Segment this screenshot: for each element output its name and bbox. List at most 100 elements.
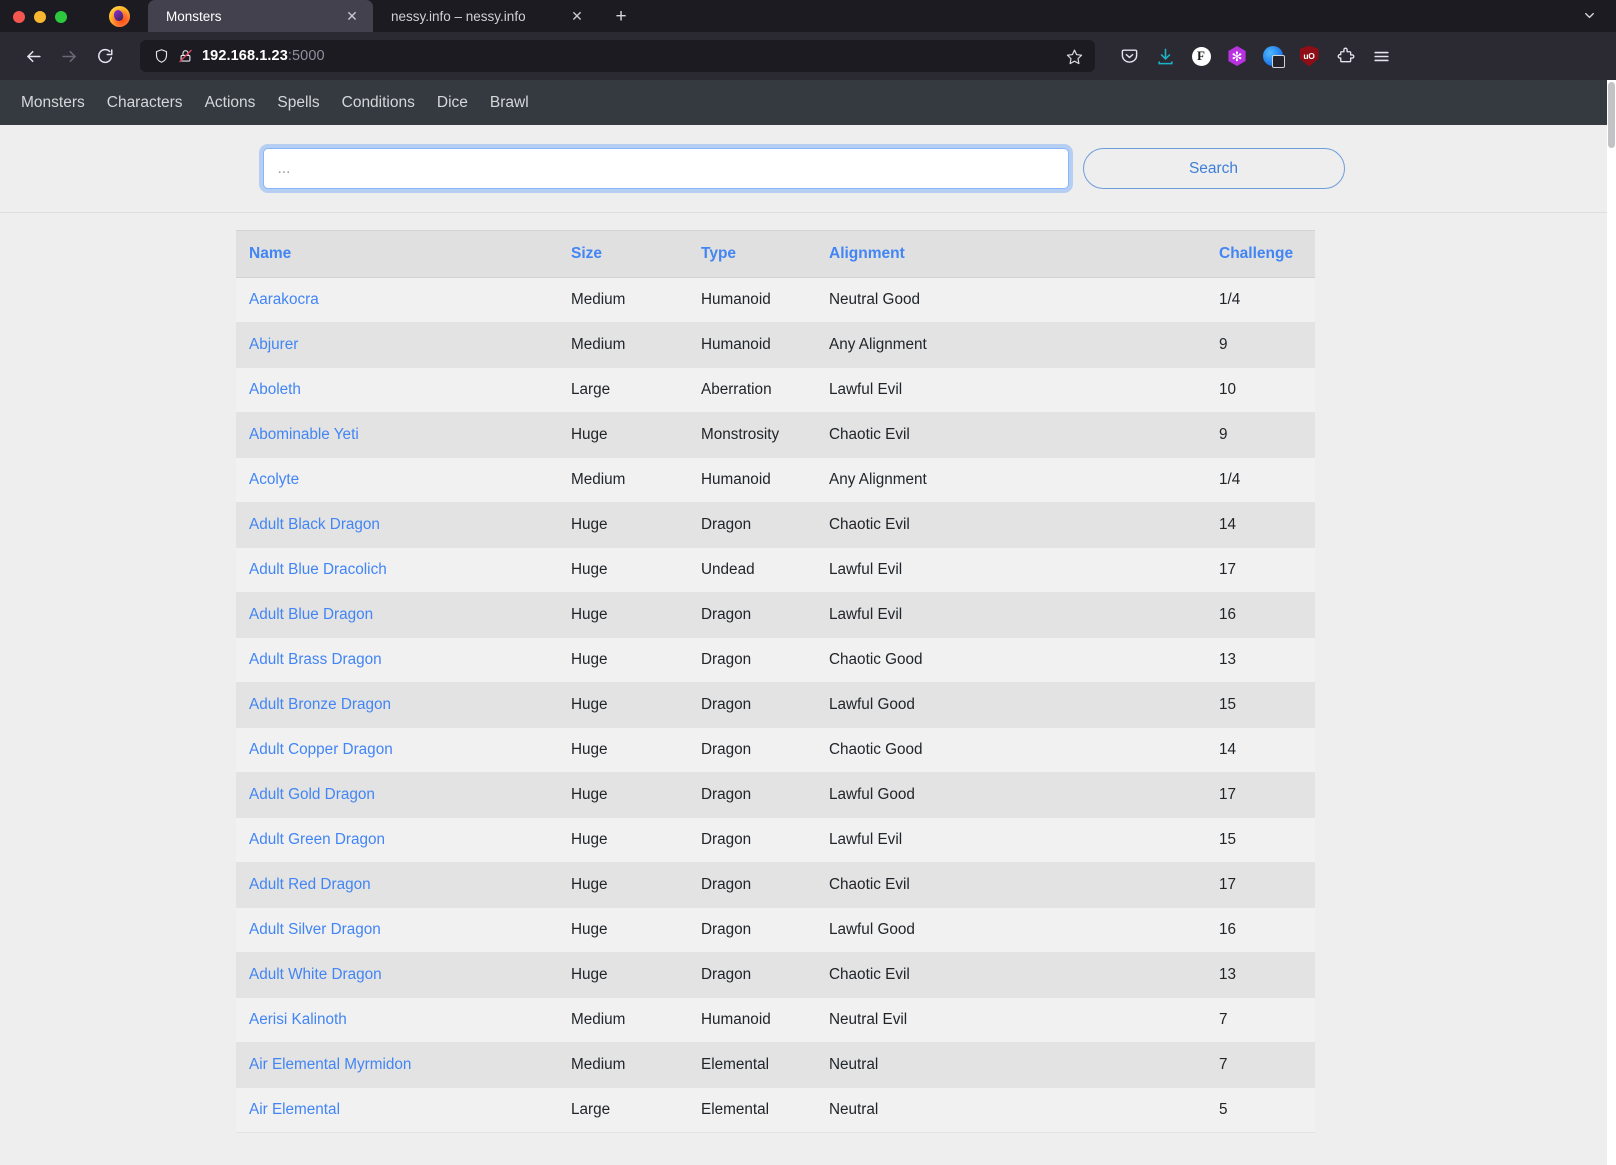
cell-alignment: Chaotic Evil bbox=[816, 862, 1206, 908]
monster-link[interactable]: Adult Black Dragon bbox=[249, 516, 380, 533]
nav-item-conditions[interactable]: Conditions bbox=[331, 80, 426, 125]
chevron-down-icon[interactable] bbox=[1572, 2, 1606, 28]
extension-f-icon[interactable]: F bbox=[1187, 42, 1215, 70]
nav-item-brawl[interactable]: Brawl bbox=[479, 80, 540, 125]
monster-link[interactable]: Adult Red Dragon bbox=[249, 876, 371, 893]
tracking-protection-shield-icon[interactable] bbox=[154, 48, 169, 64]
downloads-icon[interactable] bbox=[1151, 42, 1179, 70]
cell-type: Monstrosity bbox=[688, 412, 816, 458]
monster-link[interactable]: Air Elemental Myrmidon bbox=[249, 1056, 411, 1073]
monster-link[interactable]: Abjurer bbox=[249, 336, 298, 353]
monster-link[interactable]: Aboleth bbox=[249, 381, 301, 398]
monster-link[interactable]: Adult Blue Dracolich bbox=[249, 561, 387, 578]
cell-challenge: 5 bbox=[1206, 1087, 1315, 1133]
cell-alignment: Lawful Good bbox=[816, 772, 1206, 818]
monster-link[interactable]: Adult Green Dragon bbox=[249, 831, 385, 848]
cell-size: Medium bbox=[558, 997, 688, 1043]
insecure-padlock-icon[interactable] bbox=[178, 48, 193, 64]
cell-size: Huge bbox=[558, 682, 688, 728]
minimize-window-button[interactable] bbox=[34, 11, 46, 23]
forward-arrow-icon[interactable] bbox=[52, 39, 86, 73]
table-row: Air Elemental Myrmidon Medium Elemental Neu… bbox=[236, 1042, 1315, 1088]
search-input-wrapper[interactable] bbox=[262, 148, 1069, 189]
table-row: Adult Copper Dragon Huge Dragon Chaotic Goo… bbox=[236, 727, 1315, 773]
extension-f-label: F bbox=[1191, 46, 1211, 66]
nav-item-spells[interactable]: Spells bbox=[266, 80, 330, 125]
cell-name: Air Elemental Myrmidon bbox=[236, 1042, 558, 1088]
cell-challenge: 17 bbox=[1206, 547, 1315, 593]
back-arrow-icon[interactable] bbox=[16, 39, 50, 73]
monster-link[interactable]: Abominable Yeti bbox=[249, 426, 359, 443]
ublock-origin-icon[interactable]: uO bbox=[1295, 42, 1323, 70]
tab-list: Monsters ✕ nessy.info – nessy.info ✕ + bbox=[148, 0, 636, 32]
monster-link[interactable]: Adult Copper Dragon bbox=[249, 741, 393, 758]
tab-monsters[interactable]: Monsters ✕ bbox=[148, 0, 373, 32]
monster-link[interactable]: Adult Brass Dragon bbox=[249, 651, 382, 668]
cell-type: Dragon bbox=[688, 952, 816, 998]
cell-type: Humanoid bbox=[688, 997, 816, 1043]
cell-size: Large bbox=[558, 367, 688, 413]
pocket-icon[interactable] bbox=[1115, 42, 1143, 70]
cell-name: Adult Black Dragon bbox=[236, 502, 558, 548]
close-icon[interactable]: ✕ bbox=[343, 7, 361, 25]
cell-size: Large bbox=[558, 1087, 688, 1133]
url-text: 192.168.1.23:5000 bbox=[202, 48, 1054, 64]
cell-name: Adult Blue Dragon bbox=[236, 592, 558, 638]
column-header-type[interactable]: Type bbox=[688, 230, 816, 278]
monster-link[interactable]: Acolyte bbox=[249, 471, 299, 488]
monster-link[interactable]: Adult Blue Dragon bbox=[249, 606, 373, 623]
search-button[interactable]: Search bbox=[1082, 148, 1345, 189]
nav-item-characters[interactable]: Characters bbox=[96, 80, 194, 125]
monster-link[interactable]: Adult Bronze Dragon bbox=[249, 696, 391, 713]
extension-hexagon-icon[interactable]: ✻ bbox=[1223, 42, 1251, 70]
column-header-alignment[interactable]: Alignment bbox=[816, 230, 1206, 278]
monster-link[interactable]: Adult Gold Dragon bbox=[249, 786, 375, 803]
extension-privacy-icon[interactable] bbox=[1259, 42, 1287, 70]
nav-item-monsters[interactable]: Monsters bbox=[17, 80, 96, 125]
cell-alignment: Any Alignment bbox=[816, 322, 1206, 368]
cell-name: Aerisi Kalinoth bbox=[236, 997, 558, 1043]
browser-window: Monsters ✕ nessy.info – nessy.info ✕ + 1… bbox=[0, 0, 1616, 1165]
cell-size: Medium bbox=[558, 457, 688, 503]
extensions-puzzle-icon[interactable] bbox=[1331, 42, 1359, 70]
search-input[interactable] bbox=[277, 159, 1054, 178]
column-header-challenge[interactable]: Challenge bbox=[1206, 230, 1315, 278]
site-navbar: Monsters Characters Actions Spells Condi… bbox=[0, 80, 1607, 125]
new-tab-button[interactable]: + bbox=[606, 3, 636, 29]
cell-type: Undead bbox=[688, 547, 816, 593]
cell-name: Adult Copper Dragon bbox=[236, 727, 558, 773]
maximize-window-button[interactable] bbox=[55, 11, 67, 23]
reload-icon[interactable] bbox=[88, 39, 122, 73]
nav-item-actions[interactable]: Actions bbox=[194, 80, 267, 125]
cell-size: Medium bbox=[558, 277, 688, 323]
cell-alignment: Neutral Good bbox=[816, 277, 1206, 323]
monster-link[interactable]: Adult Silver Dragon bbox=[249, 921, 381, 938]
scrollbar-thumb[interactable] bbox=[1608, 82, 1615, 148]
column-header-name[interactable]: Name bbox=[236, 230, 558, 278]
monster-link[interactable]: Aarakocra bbox=[249, 291, 319, 308]
app-menu-icon[interactable] bbox=[1367, 42, 1395, 70]
nav-item-dice[interactable]: Dice bbox=[426, 80, 479, 125]
page-scrollbar[interactable] bbox=[1607, 80, 1616, 1165]
close-window-button[interactable] bbox=[13, 11, 25, 23]
cell-type: Dragon bbox=[688, 637, 816, 683]
monster-link[interactable]: Adult White Dragon bbox=[249, 966, 382, 983]
cell-alignment: Lawful Evil bbox=[816, 817, 1206, 863]
cell-challenge: 15 bbox=[1206, 817, 1315, 863]
cell-challenge: 14 bbox=[1206, 502, 1315, 548]
column-header-size[interactable]: Size bbox=[558, 230, 688, 278]
cell-type: Humanoid bbox=[688, 322, 816, 368]
cell-type: Dragon bbox=[688, 682, 816, 728]
star-icon[interactable] bbox=[1063, 45, 1085, 67]
close-icon[interactable]: ✕ bbox=[568, 7, 586, 25]
url-bar[interactable]: 192.168.1.23:5000 bbox=[140, 40, 1095, 72]
cell-alignment: Any Alignment bbox=[816, 457, 1206, 503]
cell-name: Abjurer bbox=[236, 322, 558, 368]
monster-link[interactable]: Air Elemental bbox=[249, 1101, 340, 1118]
cell-type: Dragon bbox=[688, 502, 816, 548]
extension-hexagon-label: ✻ bbox=[1231, 48, 1243, 64]
cell-alignment: Lawful Good bbox=[816, 907, 1206, 953]
cell-size: Huge bbox=[558, 412, 688, 458]
monster-link[interactable]: Aerisi Kalinoth bbox=[249, 1011, 347, 1028]
tab-nessy-info[interactable]: nessy.info – nessy.info ✕ bbox=[373, 0, 598, 32]
